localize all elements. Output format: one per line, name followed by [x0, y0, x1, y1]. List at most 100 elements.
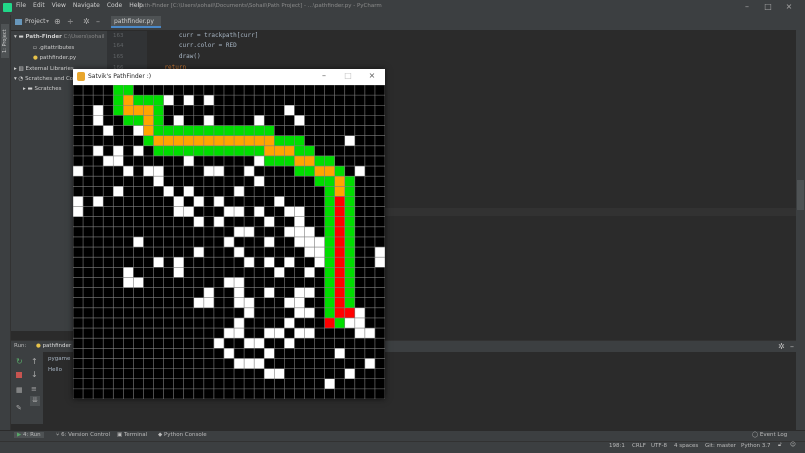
grid-cell-open[interactable]	[334, 317, 345, 329]
grid-cell-open[interactable]	[143, 95, 154, 106]
grid-cell-open[interactable]	[213, 145, 224, 156]
grid-cell-path[interactable]	[153, 135, 164, 146]
grid-cell-open[interactable]	[284, 155, 295, 167]
grid-cell-wall[interactable]	[324, 378, 335, 389]
grid-cell-path[interactable]	[274, 145, 285, 156]
grid-cell-open[interactable]	[264, 125, 275, 136]
grid-cell-wall[interactable]	[354, 307, 365, 318]
grid-cell-open[interactable]	[223, 125, 235, 136]
grid-cell-open[interactable]	[304, 145, 315, 156]
grid-cell-open[interactable]	[294, 145, 305, 156]
grid-cell-wall[interactable]	[93, 115, 104, 126]
grid-cell-wall[interactable]	[284, 206, 295, 217]
grid-cell-wall[interactable]	[344, 135, 355, 146]
grid-cell-wall[interactable]	[203, 297, 214, 308]
grid-cell-path[interactable]	[213, 135, 224, 146]
grid-cell-wall[interactable]	[234, 186, 245, 197]
grid-cell-wall[interactable]	[284, 297, 295, 308]
grid-cell-path[interactable]	[334, 186, 345, 197]
grid-cell-wall[interactable]	[123, 267, 134, 278]
grid-cell-wall[interactable]	[284, 317, 295, 329]
grid-cell-open[interactable]	[324, 176, 335, 187]
grid-cell-wall[interactable]	[244, 166, 255, 177]
grid-cell-wall[interactable]	[173, 206, 184, 217]
grid-cell-path[interactable]	[264, 135, 275, 146]
grid-cell-wall[interactable]	[153, 176, 164, 187]
grid-cell-closed[interactable]	[334, 236, 345, 248]
grid-cell-wall[interactable]	[183, 155, 194, 167]
menu-file[interactable]: File	[16, 2, 26, 9]
grid-cell-open[interactable]	[294, 166, 305, 177]
grid-cell-wall[interactable]	[374, 257, 385, 268]
grid-cell-wall[interactable]	[213, 196, 224, 207]
grid-cell-wall[interactable]	[193, 196, 204, 207]
grid-cell-wall[interactable]	[374, 247, 385, 258]
grid-cell-open[interactable]	[153, 105, 164, 116]
grid-cell-wall[interactable]	[234, 247, 245, 258]
pygame-maximize-icon[interactable]: □	[342, 71, 354, 80]
chevron-down-icon[interactable]: ▾	[46, 18, 49, 25]
grid-cell-open[interactable]	[173, 125, 184, 136]
grid-cell-path[interactable]	[193, 135, 204, 146]
grid-cell-open[interactable]	[244, 145, 255, 156]
grid-cell-wall[interactable]	[264, 216, 275, 227]
grid-cell-path[interactable]	[223, 135, 235, 146]
run-tab-pathfinder[interactable]: ● pathfinder	[36, 343, 71, 349]
grid-cell-path[interactable]	[143, 125, 154, 136]
grid-cell-wall[interactable]	[173, 196, 184, 207]
sciview-tool-button[interactable]	[797, 180, 804, 210]
grid-cell-wall[interactable]	[264, 287, 275, 298]
grid-cell-open[interactable]	[344, 277, 355, 288]
grid-cell-open[interactable]	[324, 155, 335, 167]
grid-cell-wall[interactable]	[274, 328, 285, 339]
grid-cell-wall[interactable]	[294, 216, 305, 227]
grid-cell-open[interactable]	[203, 125, 214, 136]
grid-cell-wall[interactable]	[143, 166, 154, 177]
grid-cell-path[interactable]	[133, 105, 144, 116]
grid-cell-wall[interactable]	[123, 166, 134, 177]
grid-cell-wall[interactable]	[163, 186, 174, 197]
grid-cell-wall[interactable]	[284, 226, 295, 237]
grid-cell-wall[interactable]	[274, 196, 285, 207]
grid-cell-wall[interactable]	[294, 206, 305, 217]
grid-cell-wall[interactable]	[133, 277, 144, 288]
grid-cell-closed[interactable]	[334, 226, 345, 237]
grid-cell-open[interactable]	[344, 287, 355, 298]
grid-cell-wall[interactable]	[294, 226, 305, 237]
grid-cell-wall[interactable]	[244, 297, 255, 308]
grid-cell-wall[interactable]	[304, 236, 315, 248]
grid-cell-open[interactable]	[203, 145, 214, 156]
hide-icon[interactable]: –	[790, 342, 794, 351]
grid-cell-wall[interactable]	[234, 297, 245, 308]
grid-cell-wall[interactable]	[244, 338, 255, 349]
grid-cell-wall[interactable]	[304, 307, 315, 318]
grid-cell-path[interactable]	[234, 135, 245, 146]
grid-cell-wall[interactable]	[223, 206, 235, 217]
menu-view[interactable]: View	[52, 2, 66, 9]
grid-cell-wall[interactable]	[93, 196, 104, 207]
lock-icon[interactable]: 🔓︎	[778, 442, 782, 449]
grid-cell-open[interactable]	[133, 115, 144, 126]
grid-cell-wall[interactable]	[123, 277, 134, 288]
grid-cell-wall[interactable]	[203, 287, 214, 298]
grid-cell-wall[interactable]	[203, 166, 214, 177]
collapse-icon[interactable]: ÷	[67, 17, 74, 26]
grid-cell-wall[interactable]	[133, 236, 144, 248]
grid-cell-closed[interactable]	[334, 257, 345, 268]
grid-cell-wall[interactable]	[264, 236, 275, 248]
grid-cell-closed[interactable]	[334, 287, 345, 298]
grid-cell-open[interactable]	[314, 155, 325, 167]
grid-cell-path[interactable]	[203, 135, 214, 146]
grid-cell-wall[interactable]	[264, 328, 275, 339]
grid-cell-open[interactable]	[344, 196, 355, 207]
grid-cell-open[interactable]	[254, 145, 265, 156]
grid-cell-open[interactable]	[324, 206, 335, 217]
grid-cell-path[interactable]	[163, 135, 174, 146]
grid-cell-wall[interactable]	[334, 348, 345, 359]
grid-cell-wall[interactable]	[244, 358, 255, 369]
grid-cell-wall[interactable]	[254, 155, 265, 167]
grid-cell-wall[interactable]	[304, 267, 315, 278]
grid-cell-wall[interactable]	[213, 216, 224, 227]
grid-cell-path[interactable]	[284, 145, 295, 156]
grid-cell-wall[interactable]	[364, 328, 375, 339]
